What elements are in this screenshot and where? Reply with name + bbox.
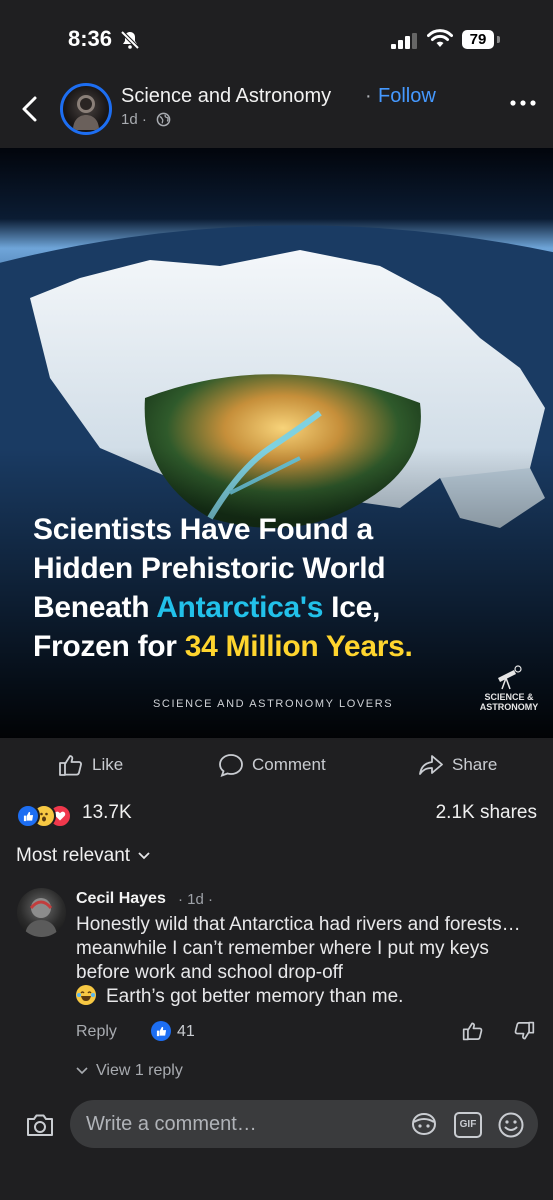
post-header: Science and Astronomy · Follow 1d · [0, 75, 553, 145]
comment-like-icon[interactable] [462, 1020, 484, 1042]
post-image[interactable]: Scientists Have Found a Hidden Prehistor… [0, 148, 553, 738]
emoji-icon[interactable] [497, 1111, 525, 1139]
comment-dislike-icon[interactable] [513, 1020, 535, 1042]
thumbs-up-icon [59, 755, 82, 776]
caption-line-3-a: Beneath [33, 591, 157, 624]
comment-input[interactable] [86, 1100, 386, 1148]
like-label: Like [92, 755, 124, 774]
post-timestamp: 1d · [121, 111, 147, 128]
page-avatar[interactable] [60, 83, 112, 135]
view-replies-link[interactable]: View 1 reply [76, 1062, 183, 1080]
status-bar: 8:36 79 [0, 0, 553, 72]
caption-line-3: Beneath Antarctica's Ice, [33, 588, 533, 627]
reaction-count[interactable]: 13.7K [82, 802, 132, 824]
post-action-bar: Like Comment Share [0, 742, 553, 786]
comment-item: Cecil Hayes · 1d · Honestly wild that An… [0, 880, 553, 1080]
logo-line-2: ASTRONOMY [479, 702, 539, 712]
avatar-sticker-icon[interactable] [410, 1111, 438, 1137]
caption-highlight-years: 34 Million Years. [184, 630, 413, 663]
view-replies-label: View 1 reply [96, 1062, 183, 1079]
commenter-avatar[interactable] [17, 888, 66, 937]
globe-icon [156, 112, 171, 127]
comment-sort-dropdown[interactable]: Most relevant [16, 845, 150, 867]
caption-line-2: Hidden Prehistoric World [33, 552, 386, 585]
caption-highlight-antarctica: Antarctica's [156, 591, 324, 624]
laughing-emoji-icon [76, 985, 96, 1005]
commenter-name[interactable]: Cecil Hayes [76, 890, 166, 908]
comment-timestamp: · 1d · [178, 891, 214, 908]
like-reaction-icon [16, 804, 40, 828]
comment-like-badge-icon [151, 1021, 171, 1041]
comment-composer: GIF [0, 1096, 553, 1156]
comment-button[interactable]: Comment [218, 750, 326, 780]
comment-bubble-icon [219, 754, 243, 777]
caption-line-4-a: Frozen for [33, 630, 185, 663]
image-logo: SCIENCE & ASTRONOMY [474, 664, 544, 712]
share-label: Share [452, 755, 498, 774]
comment-text-end: Earth’s got better memory than me. [106, 986, 404, 1007]
caption-line-3-c: Ice, [323, 591, 380, 624]
logo-line-1: SCIENCE & [484, 692, 534, 702]
wifi-icon [427, 29, 453, 47]
caption-line-4: Frozen for 34 Million Years. [33, 627, 533, 666]
chevron-down-icon [76, 1067, 88, 1075]
comment-text: Honestly wild that Antarctica had rivers… [76, 913, 536, 1009]
share-count[interactable]: 2.1K shares [436, 802, 537, 824]
like-button[interactable]: Like [58, 750, 123, 780]
post-stats: 13.7K 2.1K shares [0, 798, 553, 830]
gif-button[interactable]: GIF [454, 1112, 482, 1138]
battery-indicator: 79 [462, 30, 494, 49]
camera-icon[interactable] [25, 1112, 55, 1138]
back-arrow-icon[interactable] [20, 95, 40, 123]
header-separator: · [365, 85, 372, 107]
share-arrow-icon [419, 755, 443, 775]
battery-tip [497, 36, 500, 43]
comment-like-count[interactable]: 41 [177, 1023, 195, 1041]
comment-input-container[interactable]: GIF [70, 1100, 538, 1148]
more-options-icon[interactable] [510, 99, 536, 107]
telescope-icon [498, 665, 522, 690]
comment-text-main: Honestly wild that Antarctica had rivers… [76, 914, 521, 983]
reply-button[interactable]: Reply [76, 1023, 117, 1041]
follow-button[interactable]: Follow [378, 85, 436, 108]
status-time: 8:36 [68, 26, 113, 51]
bell-off-icon [120, 30, 140, 50]
page-name-link[interactable]: Science and Astronomy [121, 85, 331, 108]
commenter-avatar-image [25, 898, 57, 937]
astronaut-avatar-icon [73, 95, 99, 130]
image-caption: Scientists Have Found a Hidden Prehistor… [33, 510, 533, 666]
share-button[interactable]: Share [418, 750, 497, 780]
caption-line-1: Scientists Have Found a [33, 513, 373, 546]
comment-label: Comment [252, 755, 326, 774]
sort-label: Most relevant [16, 845, 131, 866]
signal-icon [391, 33, 417, 49]
chevron-down-icon [138, 852, 150, 860]
reaction-icons[interactable] [16, 804, 76, 828]
image-credit: SCIENCE AND ASTRONOMY LOVERS [153, 698, 394, 710]
